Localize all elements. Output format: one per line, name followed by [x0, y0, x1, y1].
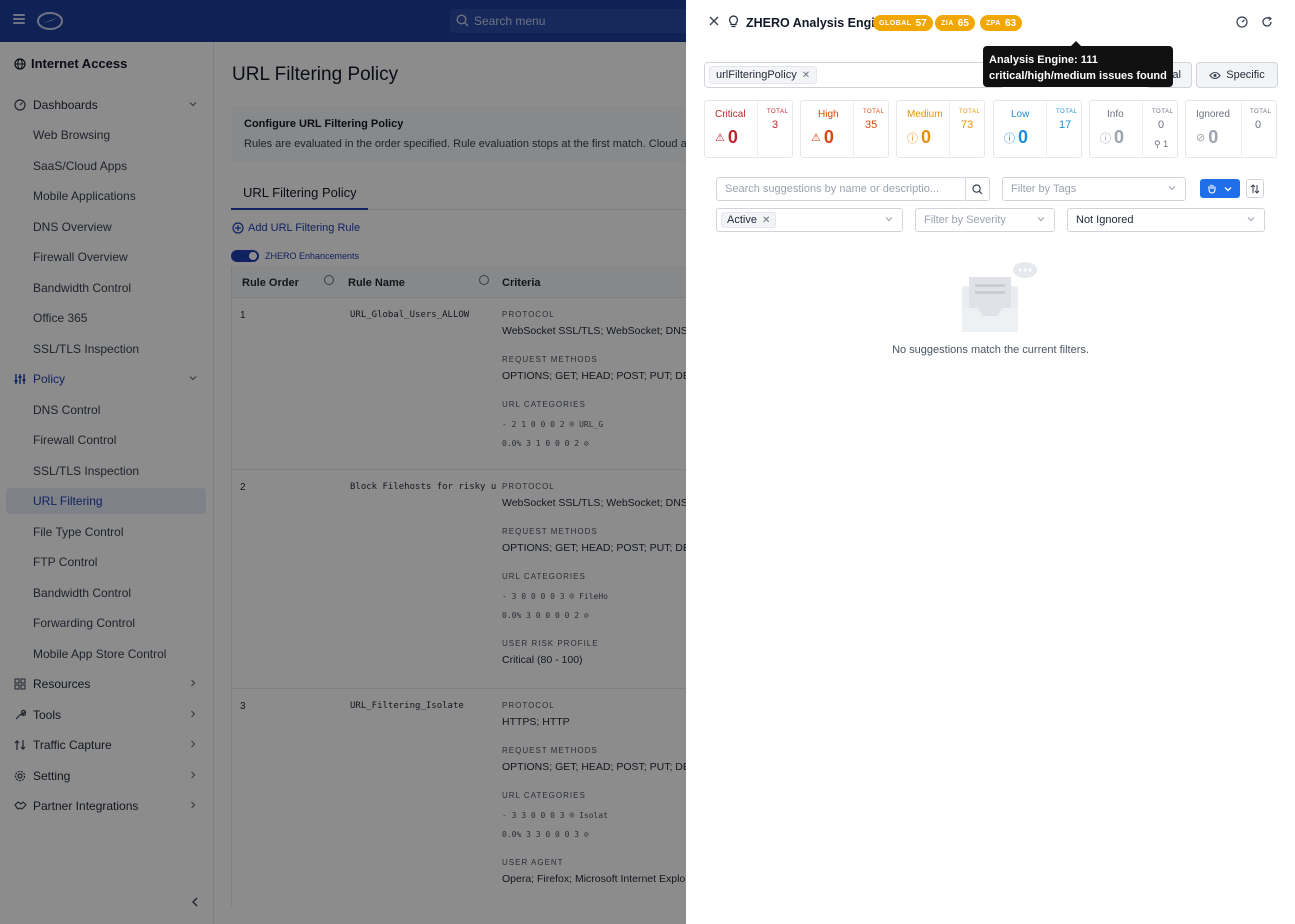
tooltip-line-2: critical/high/medium issues found	[989, 70, 1167, 82]
remove-chip-icon[interactable]: ✕	[802, 70, 810, 81]
status-chip[interactable]: Active ✕	[721, 212, 777, 228]
chevron-down-icon	[1037, 217, 1045, 222]
eye-icon	[1209, 71, 1221, 79]
empty-state-message: No suggestions match the current filters…	[892, 344, 1089, 356]
suggestion-search-input[interactable]: Search suggestions by name or descriptio…	[716, 177, 966, 201]
chevron-down-icon	[1224, 186, 1232, 191]
zpa-score-badge[interactable]: ZPA 63	[980, 15, 1023, 31]
search-icon	[971, 183, 982, 194]
hand-icon	[1208, 184, 1216, 194]
sort-icon	[1250, 183, 1260, 194]
severity-card-high[interactable]: High ⚠ 0 TOTAL 35	[800, 100, 889, 158]
empty-inbox-icon	[962, 262, 1037, 332]
scope-specific-button[interactable]: Specific	[1196, 62, 1278, 88]
chevron-down-icon	[1247, 217, 1255, 222]
severity-card-medium[interactable]: Medium ⓘ 0 TOTAL 73	[896, 100, 985, 158]
warning-icon: ⚠	[715, 132, 725, 144]
tooltip: Analysis Engine: 111 critical/high/mediu…	[983, 41, 1173, 87]
gauge-icon[interactable]	[1236, 16, 1248, 28]
warning-icon: ⚠	[811, 132, 821, 144]
ignored-filter-select[interactable]: Not Ignored	[1067, 208, 1265, 232]
lightbulb-icon	[729, 15, 738, 28]
filter-by-tags-select[interactable]: Filter by Tags	[1002, 177, 1186, 201]
severity-card-low[interactable]: Low ⓘ 0 TOTAL 17	[993, 100, 1082, 158]
modal-backdrop[interactable]	[0, 0, 686, 924]
policy-filter-input[interactable]: urlFilteringPolicy ✕	[704, 62, 1004, 88]
drawer-header: ZHERO Analysis Engine GLOBAL 57 ZIA 65 Z…	[686, 0, 1295, 44]
sort-button[interactable]	[1246, 179, 1264, 198]
analysis-drawer: ZHERO Analysis Engine GLOBAL 57 ZIA 65 Z…	[686, 0, 1295, 924]
chevron-down-icon	[885, 217, 893, 222]
zia-score-badge[interactable]: ZIA 65	[935, 15, 975, 31]
info-circle-icon: ⓘ	[1100, 132, 1111, 145]
drawer-title: ZHERO Analysis Engine	[746, 16, 890, 30]
info-circle-icon: ⓘ	[907, 132, 918, 145]
severity-card-critical[interactable]: Critical ⚠ 0 TOTAL 3	[704, 100, 793, 158]
info-circle-icon: ⓘ	[1004, 132, 1015, 145]
wrench-icon: ⚲	[1154, 139, 1161, 149]
global-score-badge[interactable]: GLOBAL 57	[873, 15, 933, 31]
severity-card-ignored[interactable]: Ignored ⊘ 0 TOTAL 0	[1185, 100, 1277, 158]
close-icon[interactable]	[708, 15, 720, 27]
filter-by-severity-select[interactable]: Filter by Severity	[915, 208, 1055, 232]
chevron-down-icon	[1168, 186, 1176, 191]
tooltip-line-1: Analysis Engine: 111	[989, 54, 1098, 66]
remove-chip-icon[interactable]: ✕	[762, 215, 770, 226]
search-button[interactable]	[965, 177, 990, 201]
eye-off-icon: ⊘	[1196, 132, 1206, 144]
status-filter-select[interactable]: Active ✕	[716, 208, 903, 232]
action-dropdown-button[interactable]	[1200, 179, 1240, 198]
severity-card-info[interactable]: Info ⓘ 0 TOTAL 0 ⚲ 1	[1089, 100, 1178, 158]
refresh-icon[interactable]	[1261, 16, 1273, 28]
filter-chip[interactable]: urlFilteringPolicy ✕	[709, 66, 818, 84]
